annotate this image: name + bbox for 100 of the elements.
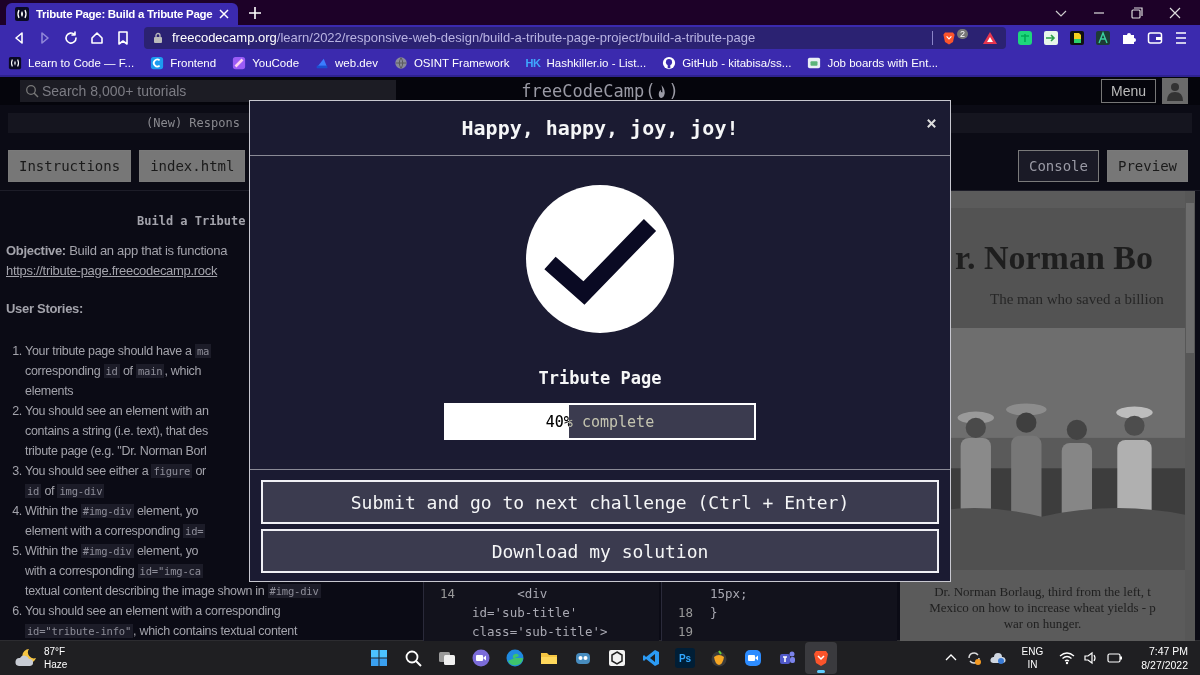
- breadcrumb-text[interactable]: (New) Respons: [146, 116, 240, 131]
- extension-icon[interactable]: [1043, 29, 1059, 46]
- bookmark-label: Hashkiller.io - List...: [546, 56, 647, 69]
- story-text: Your tribute page should have a ma: [25, 343, 212, 361]
- bookmark-label: GitHub - kitabisa/ss...: [682, 56, 792, 69]
- preview-tab[interactable]: Console: [1017, 150, 1099, 183]
- line-number: 14: [440, 586, 456, 602]
- avatar-icon[interactable]: [1162, 78, 1188, 105]
- list-number: 4.: [12, 504, 22, 519]
- code-text: class='sub-title'>: [472, 623, 608, 642]
- editor-tab[interactable]: Instructions: [8, 150, 132, 183]
- tab-title: Tribute Page: Build a Tribute Page: [36, 7, 213, 20]
- bookmark[interactable]: Job boards with Ent...: [807, 55, 939, 70]
- extension-icon[interactable]: [1069, 29, 1085, 46]
- logo-text[interactable]: freeCodeCamp: [521, 81, 645, 102]
- bookmark-label: web.dev: [335, 56, 378, 69]
- code-text: <div: [516, 585, 548, 604]
- instructions-heading: Build a Tribute: [136, 213, 247, 231]
- home-icon[interactable]: [89, 29, 105, 46]
- close-icon[interactable]: [926, 118, 937, 130]
- taskbar-app[interactable]: [805, 642, 837, 675]
- line-number: 19: [678, 624, 694, 640]
- reload-icon[interactable]: [63, 29, 79, 46]
- story-text: contains a string (i.e. text), that des: [25, 423, 208, 441]
- browser-icon: [505, 648, 525, 669]
- editor-tab[interactable]: index.html: [139, 150, 246, 183]
- video-camera-icon: [743, 648, 763, 669]
- search-field[interactable]: Search 8,000+ tutorials: [20, 80, 396, 103]
- objective-text: Objective: Build an app that is functiona: [6, 242, 229, 261]
- browser-tab[interactable]: Tribute Page: Build a Tribute Page: [6, 2, 239, 25]
- cube-icon: [607, 648, 627, 669]
- bookmark[interactable]: OSINT Framework: [393, 55, 510, 70]
- wifi-icon[interactable]: [1059, 650, 1076, 667]
- list-number: 5.: [12, 544, 22, 559]
- close-icon[interactable]: [1168, 5, 1182, 20]
- story-text: You should see an element with an: [25, 403, 209, 421]
- weather-condition: Haze: [44, 658, 68, 672]
- dialog-button[interactable]: Submit and go to next challenge (Ctrl + Enter): [261, 480, 939, 525]
- image-caption: Mexico on how to increase wheat yields - p: [928, 600, 1157, 617]
- youcode-icon: [232, 55, 247, 70]
- clock-time[interactable]: 7:47 PM: [1148, 644, 1188, 659]
- code-editor-icon: [641, 648, 661, 669]
- menu-icon[interactable]: [1173, 29, 1189, 46]
- dialog-button[interactable]: Download my solution: [261, 529, 939, 574]
- line-number: 18: [678, 605, 694, 621]
- search-icon: [25, 84, 39, 99]
- check-icon: [526, 185, 674, 334]
- address-bar[interactable]: freecodecamp.org/learn/2022/responsive-web-design/build-a-tribute-page-project/build-a-tribute-page 2: [144, 26, 1006, 49]
- region-text[interactable]: IN: [1027, 658, 1038, 672]
- bookmark[interactable]: HK Hashkiller.io - List...: [525, 56, 647, 69]
- bookmark[interactable]: web.dev: [315, 55, 378, 70]
- story-text: elements: [25, 383, 74, 401]
- bookmark-label: YouCode: [252, 56, 300, 69]
- dialog-title: Happy, happy, joy, joy!: [461, 116, 739, 141]
- list-number: 1.: [12, 344, 22, 359]
- menu-button[interactable]: Menu: [1100, 79, 1156, 104]
- story-text: textual content describing the image shown in #img-div: [25, 583, 321, 601]
- globe-icon: [393, 55, 408, 70]
- list-number: 2.: [12, 404, 22, 419]
- taskbar-app[interactable]: Ps: [669, 642, 701, 675]
- bookmark[interactable]: YouCode: [232, 55, 300, 70]
- hk-icon: HK: [525, 56, 541, 69]
- extension-icon[interactable]: [1095, 29, 1111, 46]
- story-text: with a corresponding id="img-ca: [25, 563, 203, 581]
- close-icon[interactable]: [218, 7, 231, 20]
- bookmark[interactable]: Learn to Code — F...: [8, 55, 135, 70]
- clock-date[interactable]: 8/27/2022: [1141, 658, 1188, 673]
- bookmark[interactable]: Frontend: [150, 55, 217, 70]
- list-number: 6.: [12, 604, 22, 619]
- challenge-link[interactable]: https://tribute-page.freecodecamp.rock: [6, 263, 218, 279]
- preview-tab[interactable]: Preview: [1107, 150, 1188, 183]
- story-text: You should see an element with a corresponding: [25, 603, 281, 621]
- story-text: id="tribute-info" , which contains textual content: [25, 623, 298, 641]
- code-text: }: [710, 604, 718, 623]
- sync-icon[interactable]: [965, 650, 982, 667]
- logo-paren: (: [645, 81, 656, 102]
- challenge-name: Tribute Page: [538, 368, 662, 389]
- ps-icon: Ps: [675, 648, 695, 669]
- bookmark-label: Learn to Code — F...: [28, 56, 135, 69]
- list-number: 3.: [12, 464, 22, 479]
- cloud-icon[interactable]: [989, 650, 1006, 667]
- scrollbar-thumb[interactable]: [1186, 203, 1194, 354]
- code-text: id='sub-title': [472, 604, 578, 623]
- bookmark[interactable]: GitHub - kitabisa/ss...: [662, 55, 792, 70]
- address-text: freecodecamp.org/learn/2022/responsive-web-design/build-a-tribute-page-project/build-a-tribute-page: [172, 30, 756, 46]
- search-icon: [403, 648, 423, 669]
- stories-title: User Stories:: [6, 300, 85, 319]
- wallet-icon[interactable]: [1147, 29, 1163, 46]
- plus-icon[interactable]: [248, 5, 263, 20]
- story-text: element with a corresponding id=: [25, 523, 206, 541]
- restore-icon[interactable]: [1130, 5, 1144, 20]
- code-text: 15px;: [710, 585, 748, 604]
- logo-paren: ): [668, 81, 679, 102]
- bookmark-label: Frontend: [170, 56, 217, 69]
- bookmark-icon[interactable]: [115, 29, 131, 46]
- story-text: id of img-div: [25, 483, 105, 501]
- story-text: Within the #img-div element, yo: [25, 503, 199, 521]
- fruit-icon: [709, 648, 729, 669]
- bookmark-label: Job boards with Ent...: [827, 56, 939, 69]
- language-text[interactable]: ENG: [1021, 645, 1044, 659]
